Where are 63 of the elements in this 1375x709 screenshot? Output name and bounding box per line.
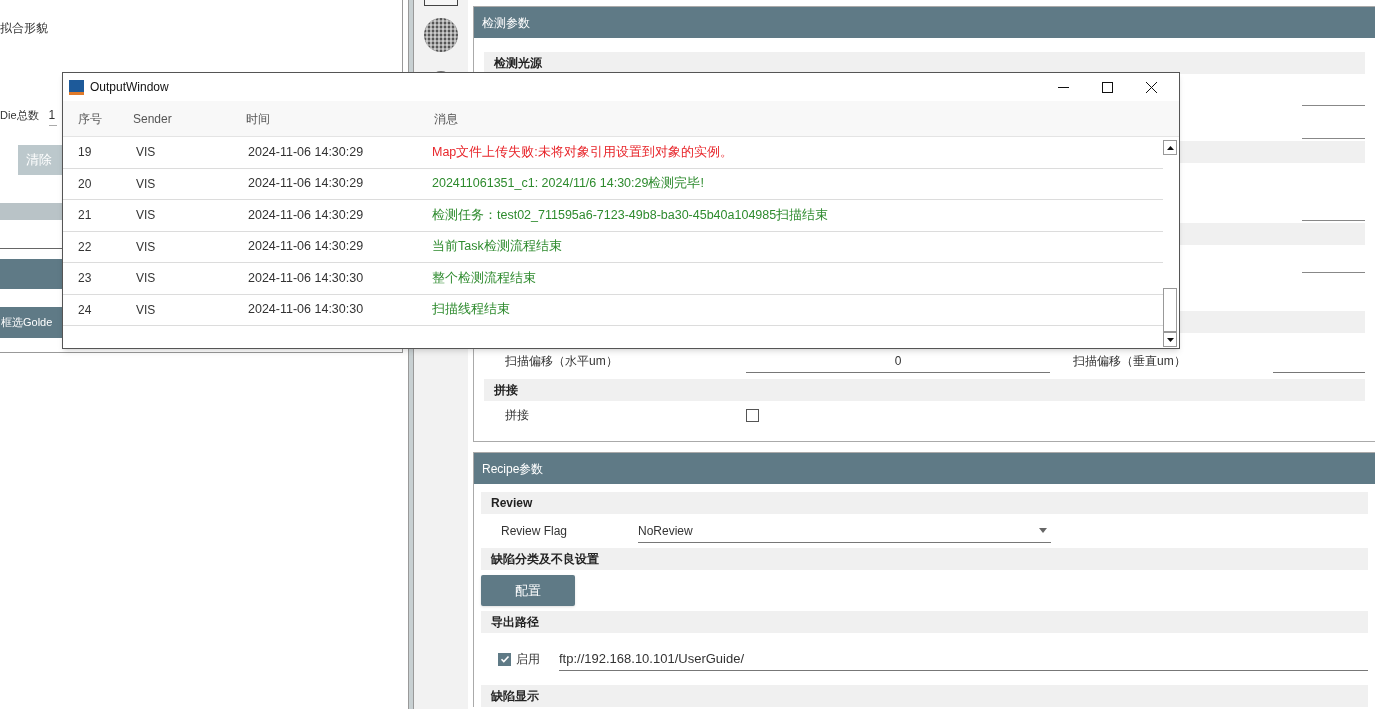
panel-header: Recipe参数 xyxy=(474,453,1375,484)
app-logo-icon xyxy=(69,79,84,95)
table-cell-text: VIS xyxy=(135,207,157,225)
dropdown-caret-icon xyxy=(1039,528,1047,533)
separator-bar xyxy=(0,203,62,220)
section-header: Review xyxy=(481,492,1368,514)
maximize-icon xyxy=(1101,81,1113,93)
grid-ball-icon[interactable] xyxy=(423,17,459,53)
field-label: 扫描偏移（水平um） xyxy=(504,353,619,370)
header-bar xyxy=(0,259,62,289)
table-cell-text: 20 xyxy=(77,175,93,193)
window-title: OutputWindow xyxy=(90,79,169,96)
export-path-field[interactable]: ftp://192.168.10.101/UserGuide/ xyxy=(559,647,1368,671)
table-cell-text: 2024-11-06 14:30:29 xyxy=(247,175,365,193)
die-count-field[interactable]: 1 xyxy=(48,104,57,126)
field-label: Die总数 xyxy=(0,107,39,123)
checkbox-label: 启用 xyxy=(516,651,541,668)
message-cell-text: 扫描线程结束 xyxy=(432,301,510,319)
column-header: 消息 xyxy=(434,110,458,128)
table-cell-text: 2024-11-06 14:30:29 xyxy=(247,238,365,256)
toolbar-icon[interactable] xyxy=(424,0,458,6)
section-header: 缺陷分类及不良设置 xyxy=(481,548,1368,570)
config-button[interactable]: 配置 xyxy=(481,575,575,606)
table-cell-text: 22 xyxy=(77,238,93,256)
table-cell-text: 2024-11-06 14:30:29 xyxy=(247,143,365,161)
table-cell-text: 23 xyxy=(77,270,93,288)
message-cell-text: Map文件上传失败:未将对象引用设置到对象的实例。 xyxy=(432,143,733,161)
table-cell-text: VIS xyxy=(135,144,157,162)
section-header: 检测光源 xyxy=(484,52,1365,74)
scrollbar[interactable] xyxy=(1163,137,1178,348)
section-header: 缺陷显示 xyxy=(481,685,1368,707)
panel-header: 检测参数 xyxy=(474,7,1375,38)
field-label: 拼接 xyxy=(504,407,530,424)
enable-checkbox[interactable] xyxy=(498,652,511,666)
scroll-down-icon xyxy=(1166,337,1174,342)
table-cell-text: VIS xyxy=(135,270,157,288)
field-label: 扫描偏移（垂直um） xyxy=(1073,353,1187,370)
scrollbar-thumb[interactable] xyxy=(1163,288,1177,332)
message-cell-text: 当前Task检测流程结束 xyxy=(432,238,562,256)
table-cell-text: 2024-11-06 14:30:29 xyxy=(247,206,365,224)
close-icon xyxy=(1145,81,1157,93)
golden-select-button[interactable]: 框选Golde xyxy=(0,307,62,338)
field-label: 拟合形貌 xyxy=(0,20,48,37)
table-cell-text: VIS xyxy=(135,301,157,319)
review-flag-dropdown[interactable]: NoReview xyxy=(638,519,1051,543)
table-cell-text: VIS xyxy=(135,175,157,193)
message-cell-text: 检测任务：test02_711595a6-7123-49b8-ba30-45b40a104985扫描结束 xyxy=(432,206,829,224)
table-cell-text: 24 xyxy=(77,301,93,319)
table-cell-text: 2024-11-06 14:30:30 xyxy=(247,301,365,319)
table-cell-text: 19 xyxy=(77,144,93,162)
column-header: 序号 xyxy=(77,110,103,128)
scroll-up-icon xyxy=(1166,145,1174,150)
table-cell-text: VIS xyxy=(135,238,157,256)
table-cell-text: 21 xyxy=(77,207,93,225)
message-cell-text: 整个检测流程结束 xyxy=(432,269,536,287)
column-header: Sender xyxy=(133,110,173,128)
section-header: 拼接 xyxy=(484,379,1365,401)
field-label: Review Flag xyxy=(500,523,569,540)
section-header: 导出路径 xyxy=(481,611,1368,633)
column-header: 时间 xyxy=(246,110,271,128)
table-cell-text: 2024-11-06 14:30:30 xyxy=(247,269,365,287)
stitch-checkbox[interactable] xyxy=(746,408,759,422)
message-cell-text: 202411061351_c1: 2024/11/6 14:30:29检测完毕! xyxy=(432,175,704,193)
